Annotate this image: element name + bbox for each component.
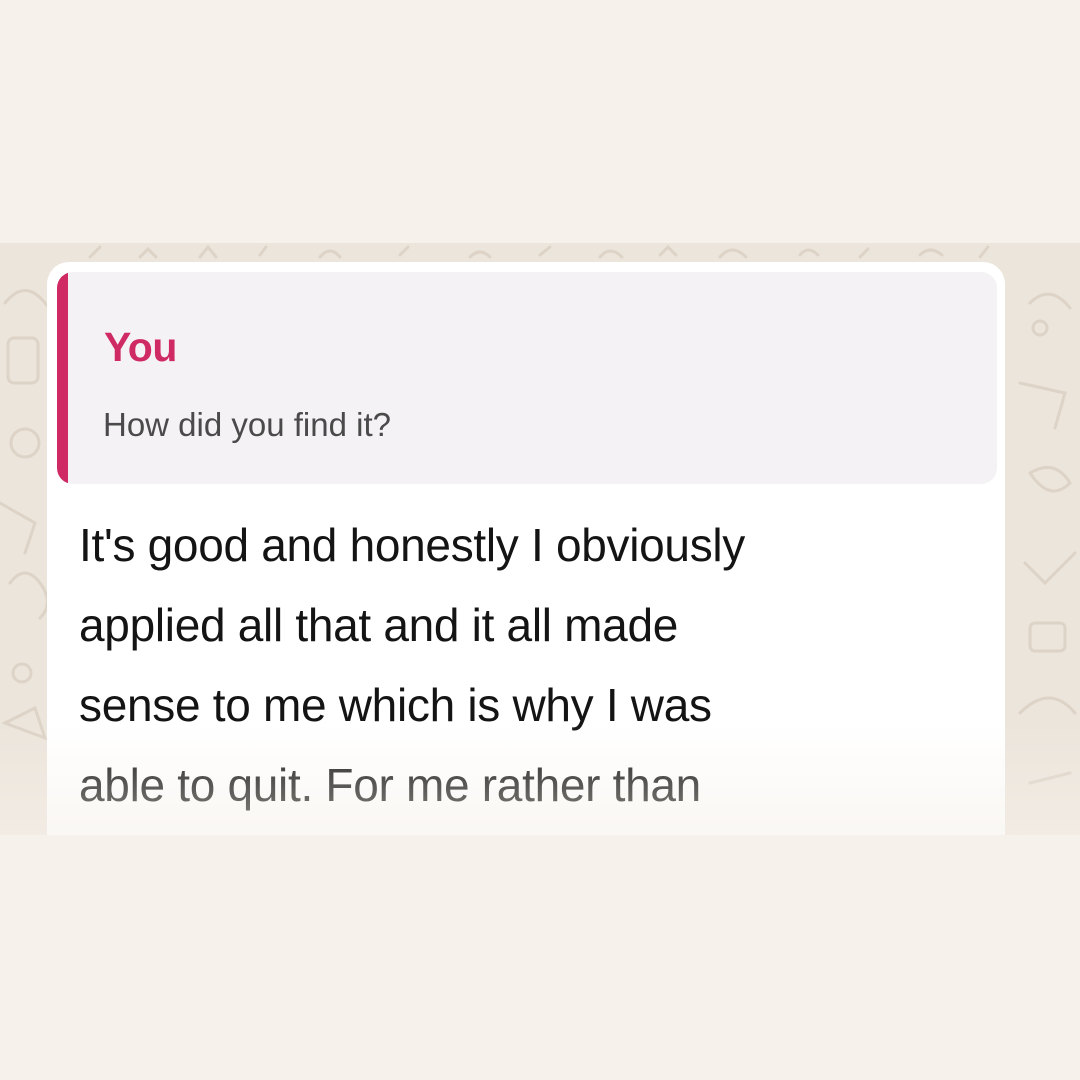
chat-area[interactable]: You How did you find it? It's good and h…	[0, 243, 1080, 835]
screenshot-frame: You How did you find it? It's good and h…	[0, 0, 1080, 1080]
message-line: applied all that and it all made	[79, 599, 679, 651]
quote-accent-bar	[57, 272, 68, 484]
message-line: able to quit. For me rather than	[79, 759, 701, 811]
message-bubble[interactable]: You How did you find it? It's good and h…	[47, 262, 1005, 835]
message-line: It's good and honestly I obviously	[79, 519, 746, 571]
quoted-reply[interactable]: You How did you find it?	[57, 272, 997, 484]
quoted-author: You	[104, 324, 177, 370]
quoted-text: How did you find it?	[103, 406, 391, 443]
message-text: It's good and honestly I obviously appli…	[79, 505, 979, 825]
message-line: sense to me which is why I was	[79, 679, 712, 731]
